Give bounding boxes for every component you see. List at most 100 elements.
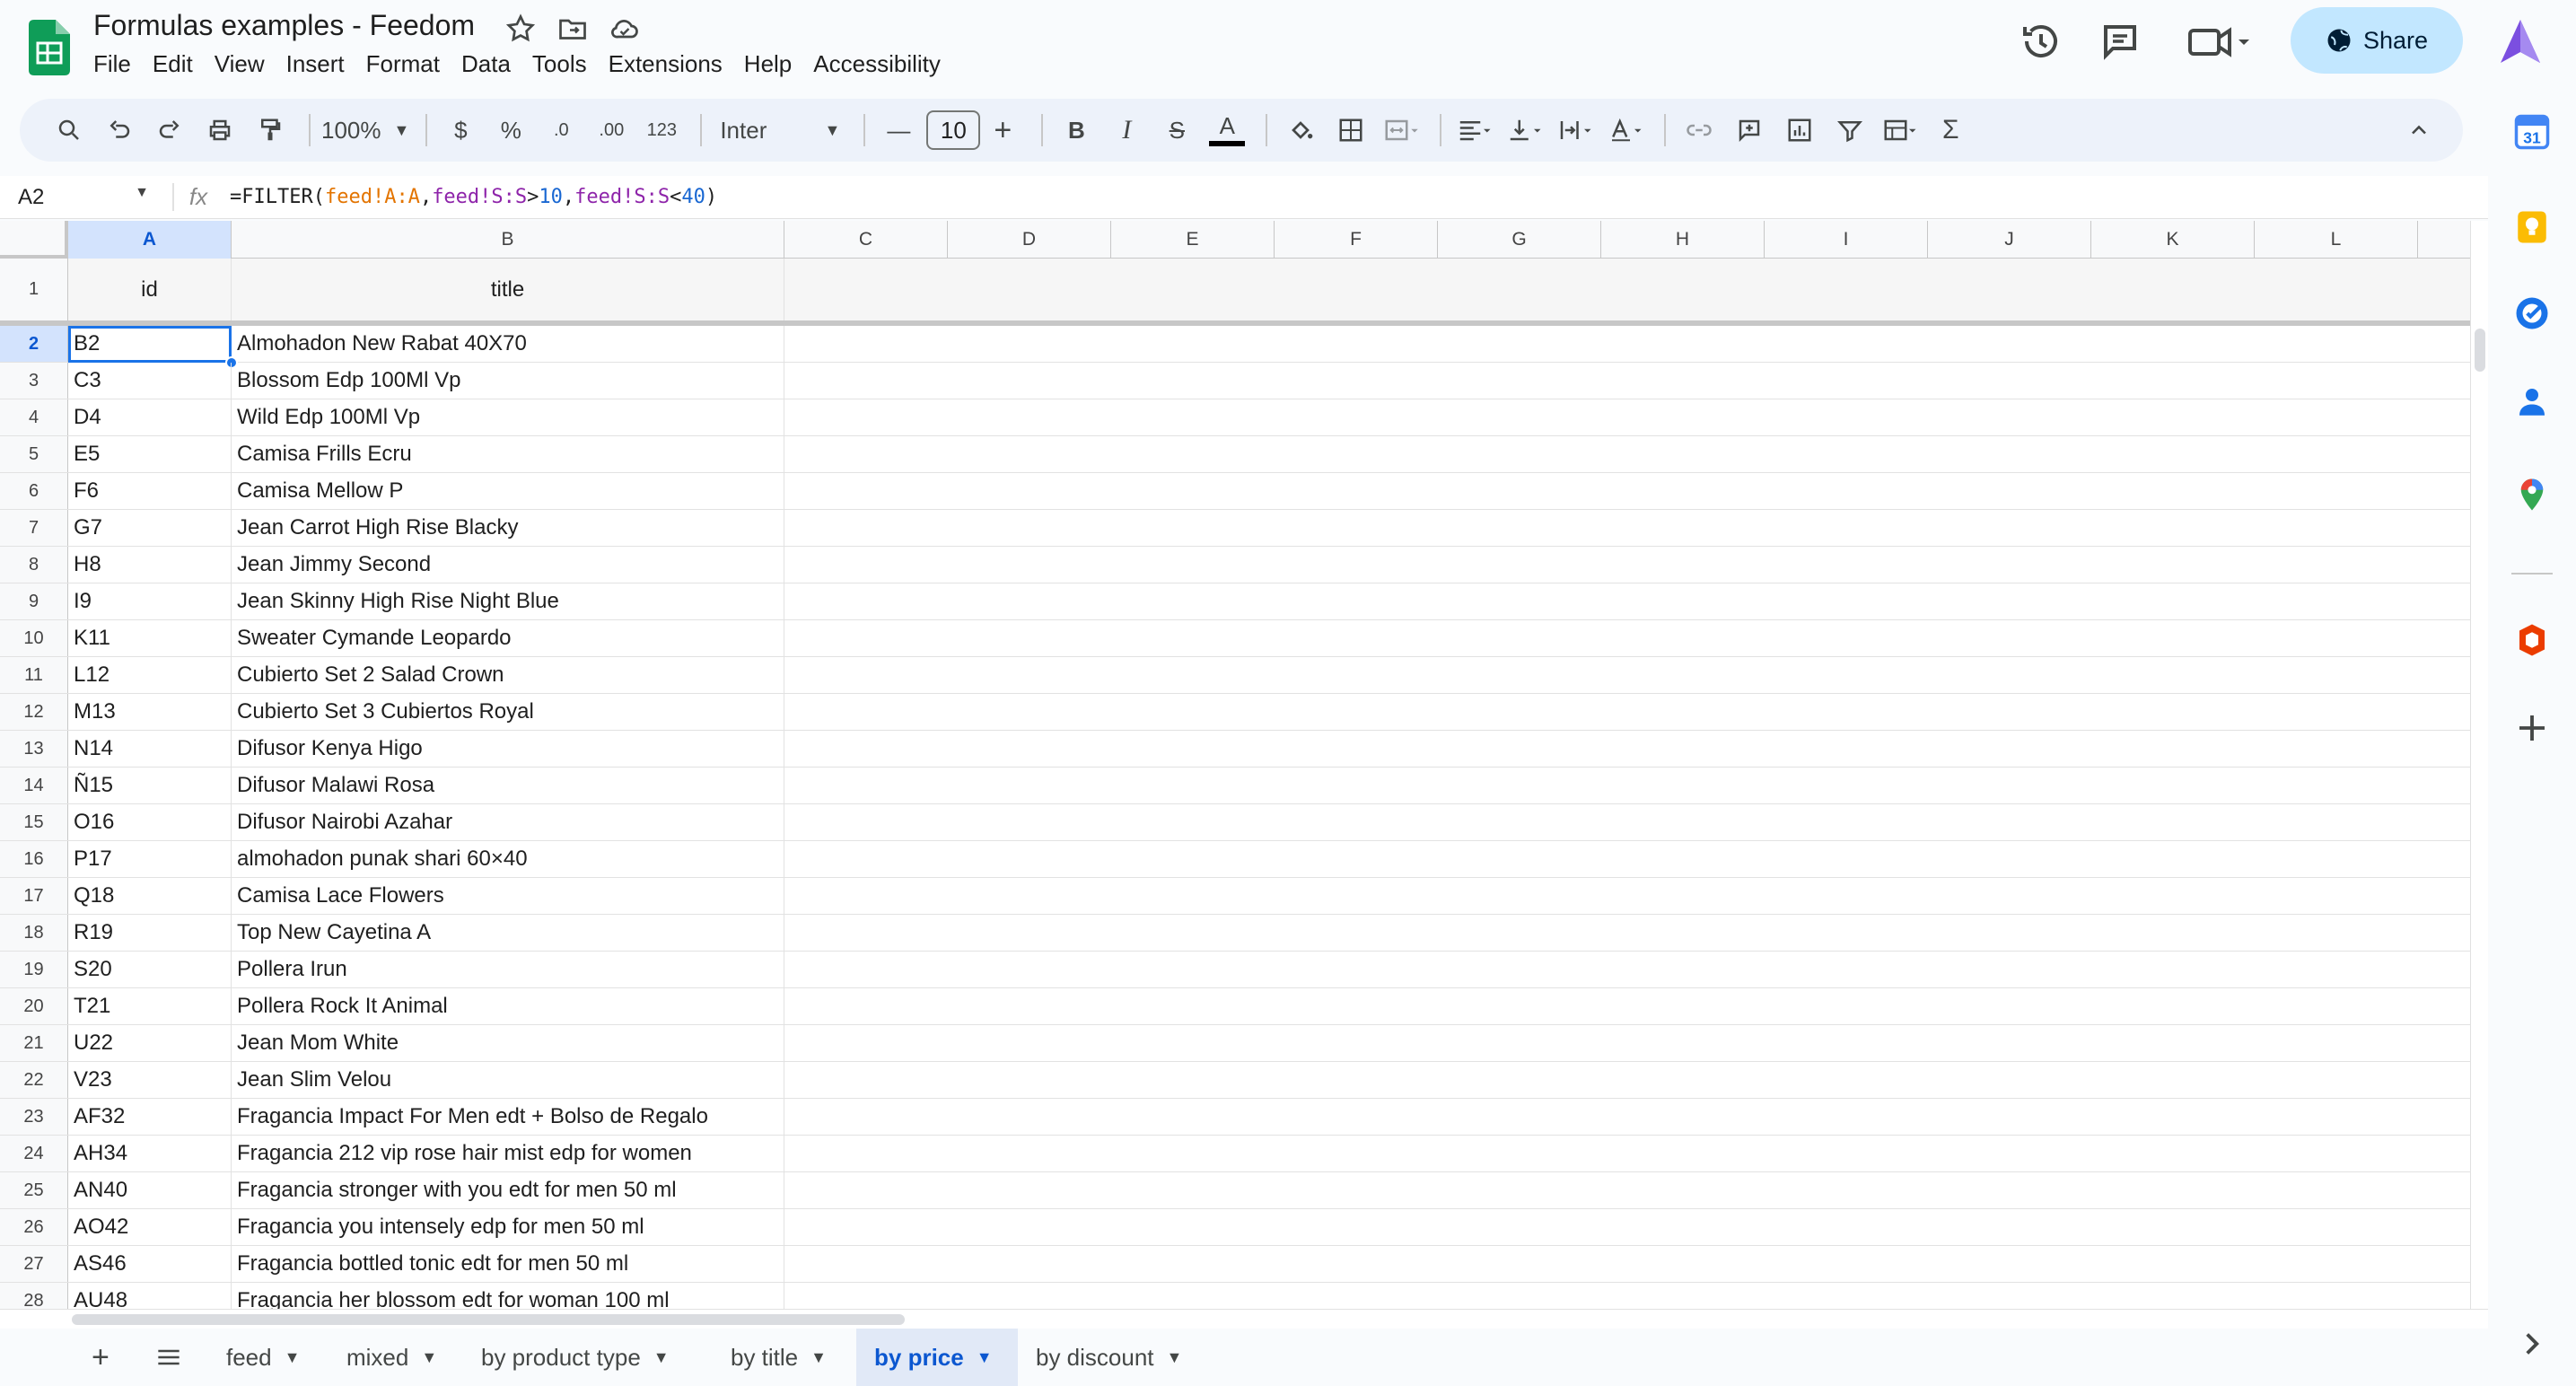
collapse-toolbar-icon[interactable] (2396, 108, 2441, 153)
text-wrapping-icon[interactable] (1553, 108, 1598, 153)
insert-link-icon[interactable] (1677, 108, 1722, 153)
cell-title[interactable]: Cubierto Set 3 Cubiertos Royal (232, 694, 784, 730)
chevron-down-icon[interactable]: ▼ (1167, 1348, 1183, 1367)
column-header-e[interactable]: E (1111, 221, 1275, 259)
row-number[interactable]: 6 (0, 473, 68, 509)
cell-title[interactable]: Fragancia her blossom edt for woman 100 … (232, 1283, 784, 1309)
font-size-input[interactable]: 10 (926, 110, 981, 150)
row-number[interactable]: 4 (0, 399, 68, 435)
get-addons-icon[interactable] (2513, 709, 2551, 747)
meet-icon[interactable] (2186, 20, 2251, 63)
borders-icon[interactable] (1328, 108, 1373, 153)
column-header-d[interactable]: D (948, 221, 1111, 259)
cell-id[interactable]: H8 (68, 547, 232, 583)
cell-title[interactable]: Pollera Irun (232, 952, 784, 987)
row-number[interactable]: 3 (0, 363, 68, 399)
cell-id[interactable]: O16 (68, 804, 232, 840)
comments-icon[interactable] (2098, 20, 2142, 63)
row-number[interactable]: 20 (0, 988, 68, 1024)
cell-title[interactable]: almohadon punak shari 60×40 (232, 841, 784, 877)
row-number[interactable]: 13 (0, 731, 68, 767)
cell-title[interactable]: Almohadon New Rabat 40X70 (232, 326, 784, 362)
filter-icon[interactable] (1827, 108, 1872, 153)
font-size-increase-icon[interactable]: + (980, 108, 1025, 153)
horizontal-align-icon[interactable] (1452, 108, 1497, 153)
vertical-scrollbar[interactable] (2470, 221, 2488, 1309)
cell-id[interactable]: AU48 (68, 1283, 232, 1309)
cell-title[interactable]: Jean Carrot High Rise Blacky (232, 510, 784, 546)
cell-id[interactable]: B2 (68, 326, 232, 362)
spreadsheet-grid[interactable]: ABCDEFGHIJKL 1 id title 2 B2 Almohadon New… (0, 221, 2470, 1309)
search-menus-icon[interactable] (47, 108, 92, 153)
star-icon[interactable] (503, 13, 539, 45)
decrease-decimal-button[interactable]: .0 (539, 108, 583, 153)
percent-format-button[interactable]: % (488, 108, 533, 153)
row-number[interactable]: 23 (0, 1099, 68, 1135)
cell-id[interactable]: R19 (68, 915, 232, 951)
cell-id[interactable]: Ñ15 (68, 768, 232, 803)
cell-title[interactable]: Wild Edp 100Ml Vp (232, 399, 784, 435)
menu-view[interactable]: View (204, 48, 276, 80)
chevron-down-icon[interactable]: ▼ (810, 1348, 827, 1367)
number-format-button[interactable]: 123 (639, 108, 684, 153)
column-header-j[interactable]: J (1928, 221, 2091, 259)
cell-title[interactable]: Camisa Frills Ecru (232, 436, 784, 472)
row-number[interactable]: 24 (0, 1136, 68, 1171)
cell-title[interactable]: Top New Cayetina A (232, 915, 784, 951)
column-header-i[interactable]: I (1765, 221, 1928, 259)
row-number[interactable]: 12 (0, 694, 68, 730)
font-size-decrease-icon[interactable]: — (876, 108, 921, 153)
menu-file[interactable]: File (83, 48, 142, 80)
cell-title[interactable]: Sweater Cymande Leopardo (232, 620, 784, 656)
row-number[interactable]: 8 (0, 547, 68, 583)
sheet-tab[interactable]: feed ▼ (208, 1329, 321, 1386)
name-box[interactable]: A2 ▼ (0, 185, 162, 210)
text-color-button[interactable]: A (1205, 108, 1249, 153)
row-number[interactable]: 22 (0, 1062, 68, 1098)
font-select[interactable]: Inter ▼ (713, 108, 847, 153)
chevron-down-icon[interactable]: ▼ (421, 1348, 437, 1367)
fill-color-icon[interactable] (1278, 108, 1323, 153)
expand-side-panel-icon[interactable] (2513, 1325, 2551, 1363)
bold-button[interactable]: B (1054, 108, 1099, 153)
row-number[interactable]: 11 (0, 657, 68, 693)
row-number[interactable]: 19 (0, 952, 68, 987)
column-header-h[interactable]: H (1601, 221, 1765, 259)
all-sheets-icon[interactable] (138, 1329, 199, 1386)
scrollbar-thumb[interactable] (2475, 329, 2485, 372)
cell-id[interactable]: C3 (68, 363, 232, 399)
version-history-icon[interactable] (2020, 20, 2063, 63)
currency-format-button[interactable]: $ (438, 108, 483, 153)
cell-id[interactable]: S20 (68, 952, 232, 987)
row-number[interactable]: 2 (0, 326, 68, 362)
cell-title[interactable]: Fragancia Impact For Men edt + Bolso de … (232, 1099, 784, 1135)
cell-title[interactable]: Jean Skinny High Rise Night Blue (232, 583, 784, 619)
row-number[interactable]: 1 (0, 259, 68, 320)
maps-icon[interactable] (2513, 476, 2551, 513)
cell-id[interactable]: AS46 (68, 1246, 232, 1282)
row-number[interactable]: 27 (0, 1246, 68, 1282)
italic-button[interactable]: I (1104, 108, 1149, 153)
sheet-tab[interactable]: by product type ▼ (463, 1329, 705, 1386)
column-header-l[interactable]: L (2255, 221, 2418, 259)
contacts-icon[interactable] (2513, 382, 2551, 420)
formula-input[interactable]: =FILTER(feed!A:A,feed!S:S>10,feed!S:S<40… (223, 186, 717, 208)
row-number[interactable]: 15 (0, 804, 68, 840)
cell-id[interactable]: D4 (68, 399, 232, 435)
cell-id[interactable]: AH34 (68, 1136, 232, 1171)
cell-title[interactable]: Difusor Malawi Rosa (232, 768, 784, 803)
menu-insert[interactable]: Insert (276, 48, 355, 80)
menu-data[interactable]: Data (451, 48, 521, 80)
column-header-a[interactable]: A (68, 221, 232, 259)
cell-id[interactable]: K11 (68, 620, 232, 656)
row-number[interactable]: 18 (0, 915, 68, 951)
row-number[interactable]: 5 (0, 436, 68, 472)
column-header-b[interactable]: B (232, 221, 784, 259)
merge-cells-icon[interactable] (1379, 108, 1424, 153)
chevron-down-icon[interactable]: ▼ (285, 1348, 301, 1367)
chevron-down-icon[interactable]: ▼ (653, 1348, 670, 1367)
menu-help[interactable]: Help (733, 48, 802, 80)
cell-title[interactable]: Jean Slim Velou (232, 1062, 784, 1098)
office-addon-icon[interactable] (2513, 621, 2551, 659)
increase-decimal-button[interactable]: .00 (589, 108, 634, 153)
